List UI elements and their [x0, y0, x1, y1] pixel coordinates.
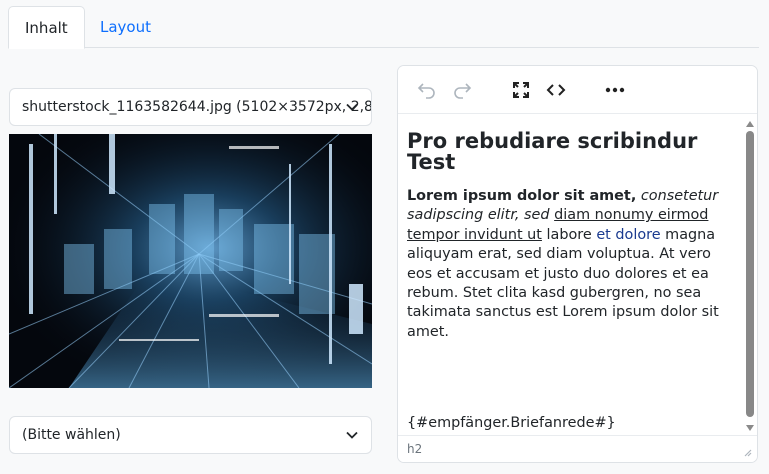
- image-preview: [9, 134, 372, 388]
- scrollbar-thumb[interactable]: [746, 131, 754, 417]
- more-icon[interactable]: [602, 78, 628, 102]
- scroll-down-icon: [746, 425, 754, 431]
- greeting-placeholder: {#empfänger.Briefanrede#}: [407, 415, 616, 431]
- tab-layout[interactable]: Layout: [84, 6, 167, 48]
- colored-text: et dolore: [596, 226, 661, 243]
- greeting-select-value: (Bitte wählen): [22, 427, 121, 443]
- element-path[interactable]: h2: [407, 442, 422, 456]
- fullscreen-icon[interactable]: [508, 78, 534, 102]
- tab-bar: Inhalt Layout: [8, 6, 759, 49]
- source-code-icon[interactable]: [543, 78, 569, 102]
- content-heading: Pro rebudiare scribindur Test: [407, 129, 698, 174]
- plain-text: labore: [546, 226, 592, 243]
- abstract-data-tunnel-image: [9, 134, 372, 388]
- image-select[interactable]: shutterstock_1163582644.jpg (5102×3572px…: [9, 88, 372, 126]
- editor-scrollbar[interactable]: [743, 115, 757, 437]
- rich-text-editor: Pro rebudiare scribindur Test Lorem ipsu…: [397, 65, 758, 463]
- editor-toolbar: [398, 66, 757, 114]
- greeting-select[interactable]: (Bitte wählen): [9, 416, 372, 454]
- editor-content[interactable]: Pro rebudiare scribindur Test Lorem ipsu…: [398, 115, 744, 437]
- resize-handle-icon[interactable]: [742, 447, 752, 457]
- chevron-down-icon: [345, 89, 359, 125]
- chevron-down-icon: [345, 417, 359, 453]
- content-paragraph: Lorem ipsum dolor sit amet, consetetur s…: [407, 187, 734, 342]
- tab-inhalt[interactable]: Inhalt: [8, 6, 85, 49]
- undo-icon[interactable]: [414, 78, 440, 102]
- plain-text: magna aliquyam erat, sed diam voluptua. …: [407, 226, 719, 340]
- redo-icon[interactable]: [449, 78, 475, 102]
- scroll-up-icon: [746, 121, 754, 127]
- bold-text: Lorem ipsum dolor sit amet,: [407, 188, 637, 204]
- editor-statusbar: h2: [398, 435, 757, 462]
- image-select-value: shutterstock_1163582644.jpg (5102×3572px…: [22, 99, 371, 115]
